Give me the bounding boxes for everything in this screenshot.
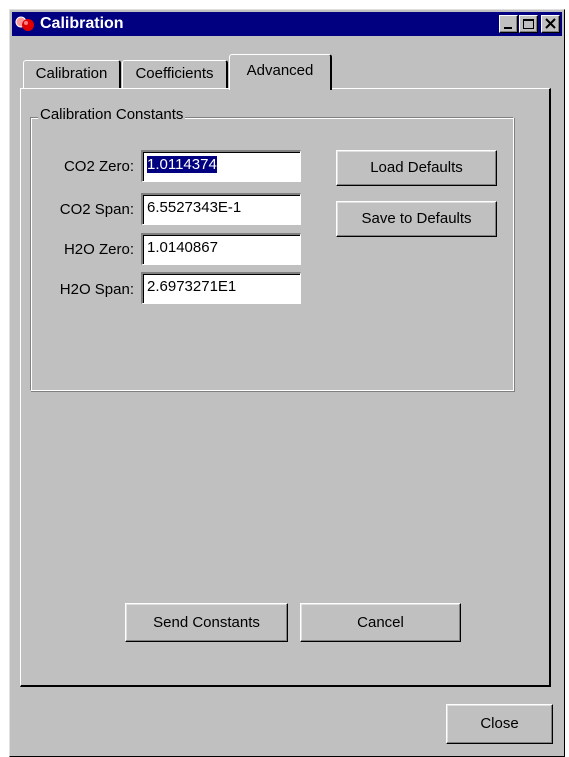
save-to-defaults-button[interactable]: Save to Defaults (336, 201, 497, 237)
co2-span-value: 6.5527343E-1 (147, 199, 242, 216)
group-legend: Calibration Constants (38, 106, 186, 123)
tab-advanced[interactable]: Advanced (229, 54, 332, 94)
maximize-icon (523, 19, 534, 29)
co2-zero-input[interactable]: 1.0114374 (141, 150, 301, 182)
maximize-button[interactable] (519, 15, 538, 33)
co2-zero-label: CO2 Zero: (63, 158, 134, 175)
tab-calibration[interactable]: Calibration (23, 60, 121, 88)
h2o-zero-input[interactable]: 1.0140867 (141, 233, 301, 265)
h2o-zero-label: H2O Zero: (63, 241, 134, 258)
h2o-span-value: 2.6973271E1 (147, 278, 237, 295)
window-title: Calibration (40, 15, 124, 32)
close-window-button[interactable] (541, 15, 560, 33)
calibration-app-icon[interactable] (15, 14, 37, 34)
minimize-icon (504, 27, 512, 29)
load-defaults-button[interactable]: Load Defaults (336, 150, 497, 186)
co2-zero-value: 1.0114374 (147, 156, 217, 173)
co2-span-input[interactable]: 6.5527343E-1 (141, 193, 301, 225)
close-icon (545, 18, 556, 29)
minimize-button[interactable] (499, 15, 518, 33)
send-constants-button[interactable]: Send Constants (125, 603, 288, 642)
cancel-button[interactable]: Cancel (300, 603, 461, 642)
title-bar[interactable]: Calibration (12, 12, 562, 36)
tab-coefficients[interactable]: Coefficients (122, 60, 228, 88)
h2o-zero-value: 1.0140867 (147, 239, 218, 256)
h2o-span-input[interactable]: 2.6973271E1 (141, 272, 301, 304)
close-button[interactable]: Close (446, 704, 553, 744)
h2o-span-label: H2O Span: (59, 281, 134, 298)
co2-span-label: CO2 Span: (59, 201, 134, 218)
